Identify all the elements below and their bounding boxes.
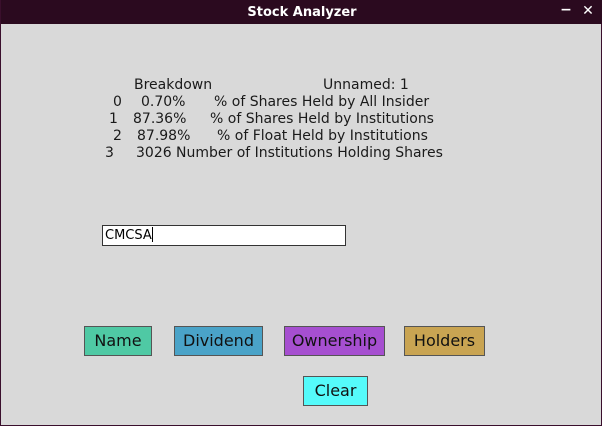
dividend-button[interactable]: Dividend bbox=[174, 326, 263, 356]
row-value: 87.36% bbox=[133, 111, 187, 127]
row-label: % of Float Held by Institutions bbox=[217, 128, 428, 144]
row-index: 1 bbox=[109, 111, 118, 127]
clear-button[interactable]: Clear bbox=[303, 376, 368, 406]
row-label: Number of Institutions Holding Shares bbox=[176, 145, 443, 161]
row-index: 3 bbox=[105, 145, 114, 161]
title-bar[interactable]: Stock Analyzer − ✕ bbox=[1, 0, 602, 24]
app-window: Stock Analyzer − ✕ Breakdown Unnamed: 1 … bbox=[0, 0, 602, 426]
window-title: Stock Analyzer bbox=[247, 5, 357, 20]
close-icon[interactable]: ✕ bbox=[579, 3, 597, 19]
header-unnamed: Unnamed: 1 bbox=[323, 77, 409, 93]
holders-button[interactable]: Holders bbox=[404, 326, 485, 356]
minimize-icon[interactable]: − bbox=[557, 2, 575, 18]
row-label: % of Shares Held by All Insider bbox=[214, 94, 430, 110]
row-value: 87.98% bbox=[137, 128, 191, 144]
row-label: % of Shares Held by Institutions bbox=[210, 111, 434, 127]
name-button[interactable]: Name bbox=[84, 326, 152, 356]
row-value: 0.70% bbox=[141, 94, 186, 110]
ticker-input-value: CMCSA bbox=[105, 228, 152, 243]
ownership-button[interactable]: Ownership bbox=[284, 326, 385, 356]
row-index: 0 bbox=[113, 94, 122, 110]
ticker-input[interactable]: CMCSA bbox=[102, 225, 346, 246]
row-value: 3026 bbox=[136, 145, 172, 161]
header-breakdown: Breakdown bbox=[134, 77, 213, 93]
text-cursor bbox=[151, 227, 153, 242]
row-index: 2 bbox=[113, 128, 122, 144]
